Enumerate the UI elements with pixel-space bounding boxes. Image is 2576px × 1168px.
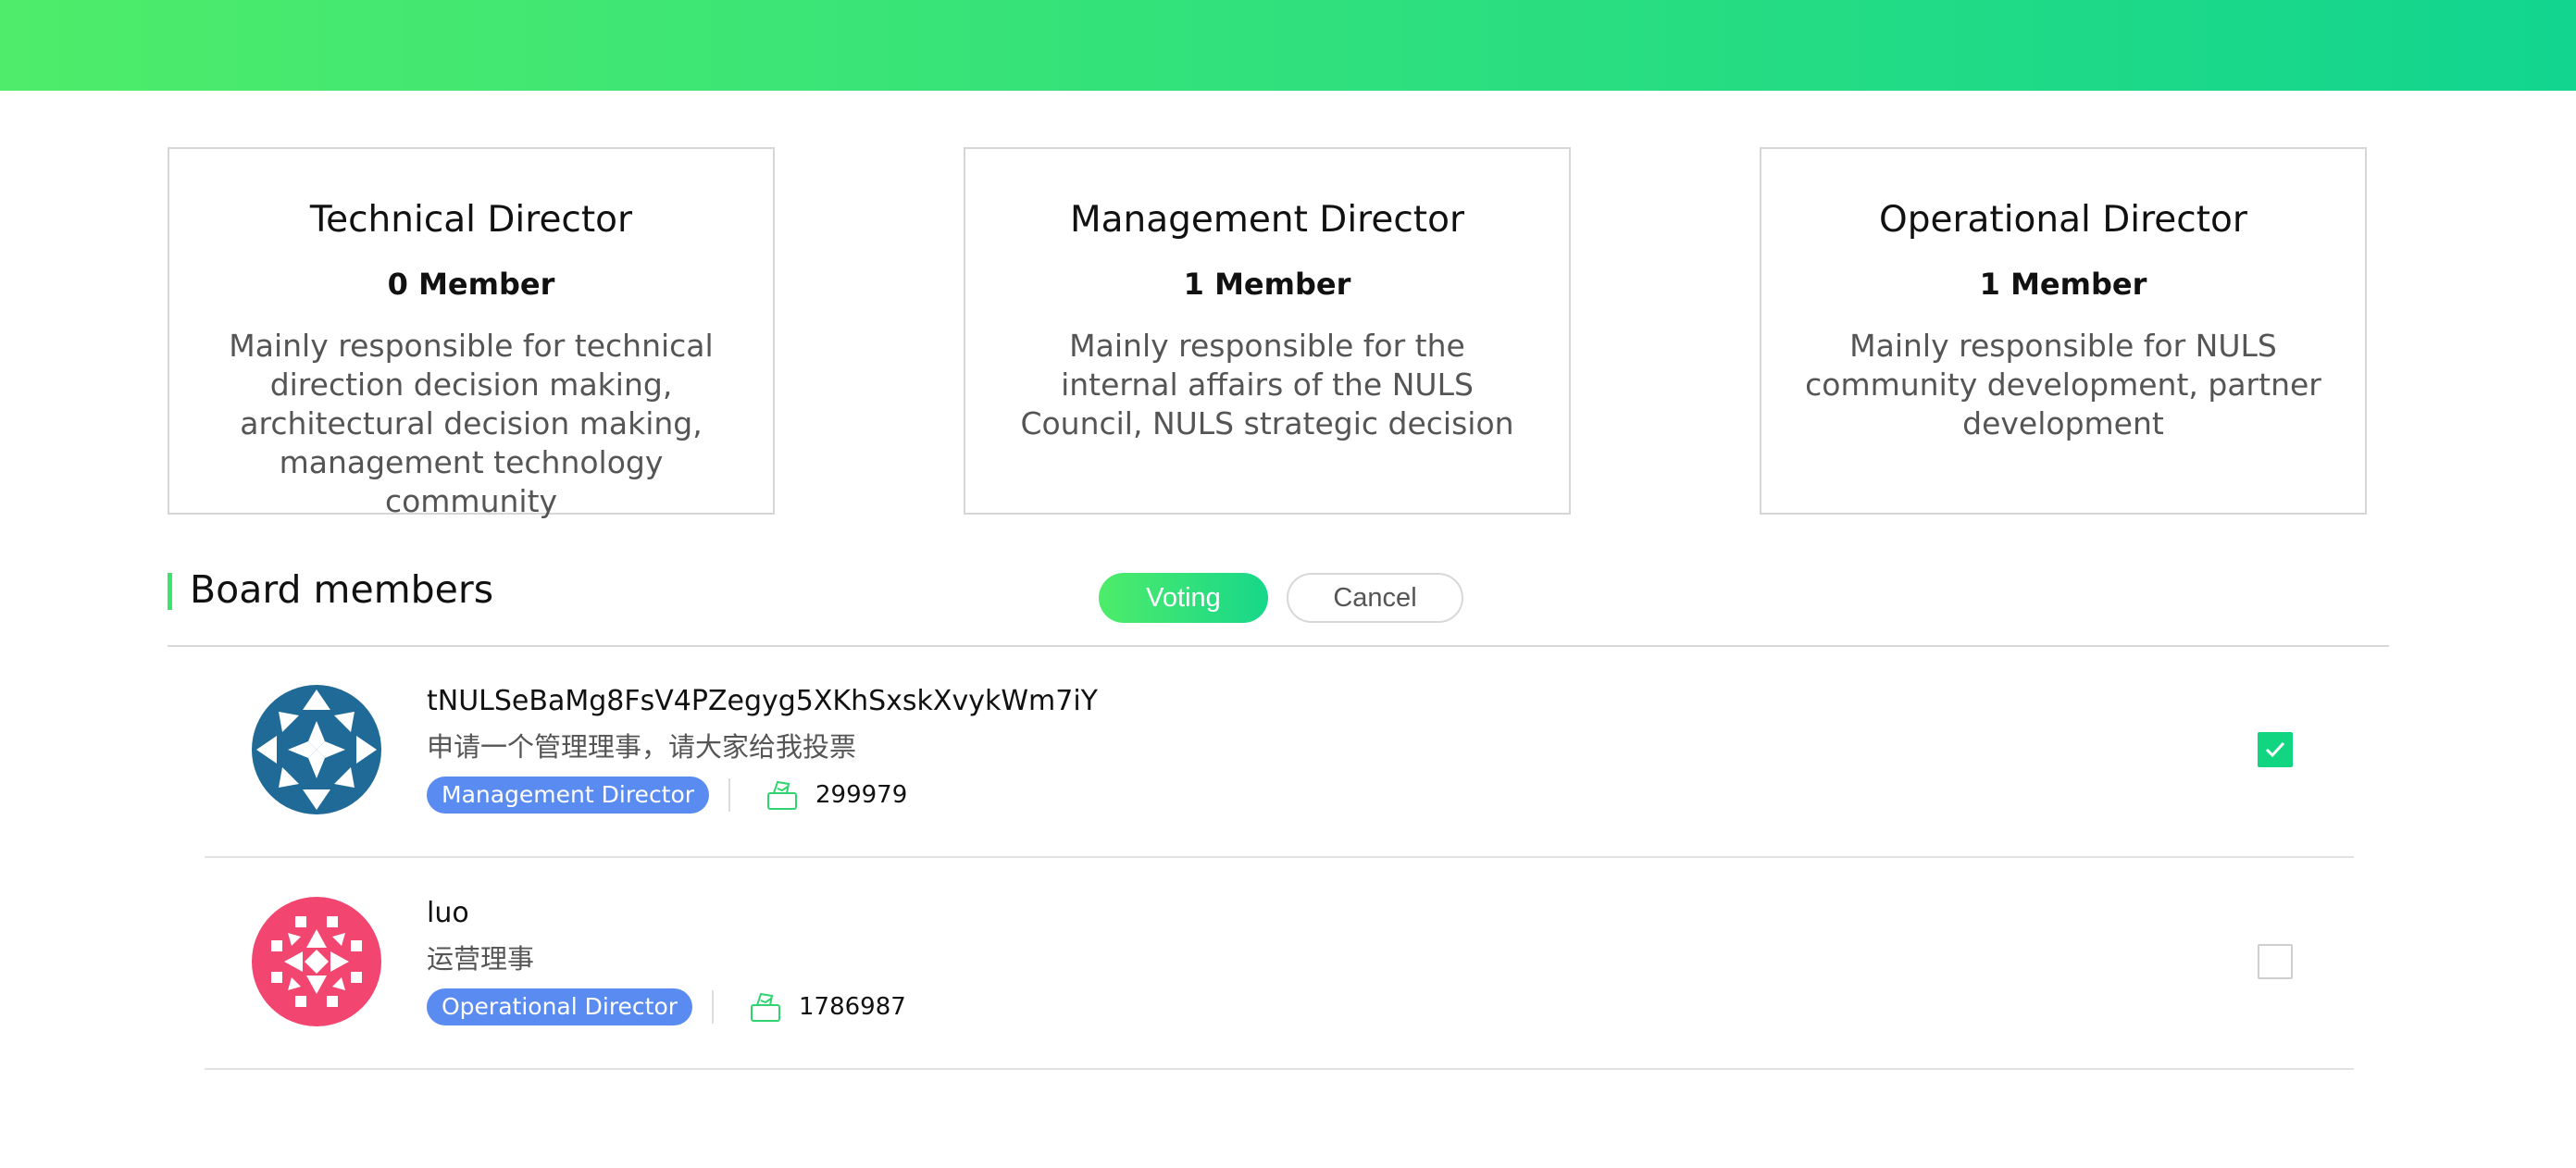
member-role-tag: Management Director bbox=[427, 777, 710, 814]
role-card-description: Mainly responsible for NULS community de… bbox=[1805, 328, 2321, 441]
member-name: luo bbox=[427, 897, 469, 929]
role-card-management-director: Management Director 1 Member Mainly resp… bbox=[964, 147, 1571, 515]
member-row: luo 运营理事 Operational Director 1786987 bbox=[205, 859, 2354, 1070]
top-banner bbox=[0, 0, 2576, 91]
member-description: 申请一个管理理事，请大家给我投票 bbox=[427, 731, 857, 763]
meta-separator bbox=[712, 990, 714, 1024]
voting-button[interactable]: Voting bbox=[1099, 573, 1268, 623]
role-card-description: Mainly responsible for the internal affa… bbox=[1020, 328, 1514, 441]
checkmark-icon bbox=[2265, 741, 2285, 758]
identicon-avatar bbox=[252, 897, 381, 1026]
role-card-technical-director: Technical Director 0 Member Mainly respo… bbox=[168, 147, 775, 519]
identicon-avatar bbox=[252, 685, 381, 814]
role-card-title: Management Director bbox=[1070, 199, 1464, 241]
role-card-title: Technical Director bbox=[309, 199, 633, 241]
member-name: tNULSeBaMg8FsV4PZegyg5XKhSxskXvykWm7iY bbox=[427, 685, 1098, 717]
role-card-operational-director: Operational Director 1 Member Mainly res… bbox=[1760, 147, 2367, 515]
ballot-box-icon bbox=[767, 780, 797, 810]
page: Technical Director 0 Member Mainly respo… bbox=[0, 0, 2576, 1168]
member-select-checkbox[interactable] bbox=[2258, 944, 2293, 979]
ballot-box-icon bbox=[751, 992, 780, 1022]
role-card-count: 0 Member bbox=[387, 267, 555, 302]
board-members-header: Board members Voting Cancel bbox=[168, 558, 2389, 643]
member-select-checkbox[interactable] bbox=[2258, 732, 2293, 767]
member-votes: 1786987 bbox=[799, 993, 906, 1021]
section-accent-bar bbox=[168, 573, 172, 610]
role-cards: Technical Director 0 Member Mainly respo… bbox=[168, 147, 2371, 519]
role-card-description: Mainly responsible for technical directi… bbox=[229, 328, 714, 519]
member-role-tag: Operational Director bbox=[427, 988, 693, 1025]
role-card-count: 1 Member bbox=[1183, 267, 1351, 302]
member-row: tNULSeBaMg8FsV4PZegyg5XKhSxskXvykWm7iY 申… bbox=[205, 647, 2354, 858]
role-card-title: Operational Director bbox=[1879, 199, 2247, 241]
section-title: Board members bbox=[190, 567, 494, 612]
meta-separator bbox=[728, 778, 730, 812]
member-votes: 299979 bbox=[815, 781, 908, 809]
role-card-count: 1 Member bbox=[1979, 267, 2147, 302]
cancel-button[interactable]: Cancel bbox=[1287, 573, 1463, 623]
member-description: 运营理事 bbox=[427, 943, 535, 975]
